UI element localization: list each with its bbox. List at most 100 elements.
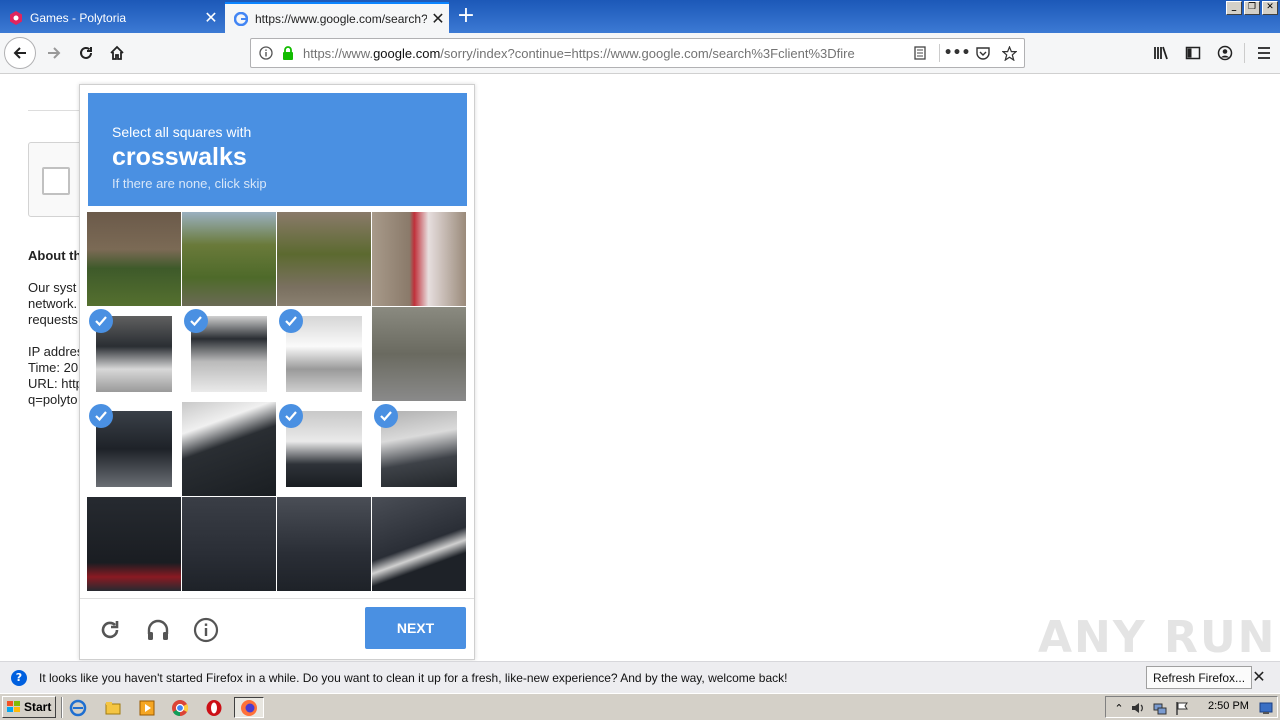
windows-logo-icon xyxy=(7,701,20,712)
tile-image xyxy=(182,402,276,496)
close-window-button[interactable]: ✕ xyxy=(1262,1,1278,15)
back-button[interactable] xyxy=(4,37,36,69)
lock-icon[interactable] xyxy=(277,42,299,64)
start-label: Start xyxy=(24,700,52,714)
checkmark-icon xyxy=(184,309,208,333)
captcha-tile[interactable] xyxy=(372,402,466,496)
toolbar-right xyxy=(1145,37,1280,69)
ie-icon[interactable] xyxy=(68,698,88,718)
restore-button[interactable]: ❐ xyxy=(1244,1,1260,15)
tile-image xyxy=(372,497,466,591)
captcha-tile[interactable] xyxy=(87,497,181,591)
close-icon[interactable]: ✕ xyxy=(1250,668,1268,686)
toolbar-divider xyxy=(1244,43,1245,63)
notification-bar: ? It looks like you haven't started Fire… xyxy=(0,661,1280,693)
tile-image xyxy=(87,212,181,306)
text-line: requests xyxy=(28,312,78,327)
info-icon[interactable] xyxy=(255,42,277,64)
start-button[interactable]: Start xyxy=(2,696,56,718)
captcha-tile[interactable] xyxy=(277,212,371,306)
captcha-tile[interactable] xyxy=(87,402,181,496)
url-domain: google.com xyxy=(373,45,441,61)
close-tab-icon[interactable]: ✕ xyxy=(427,9,449,29)
captcha-tile[interactable] xyxy=(277,402,371,496)
text-line: Our syst xyxy=(28,280,77,295)
firefox-taskbar-button[interactable] xyxy=(234,697,264,718)
minimize-button[interactable]: _ xyxy=(1226,1,1242,15)
captcha-tile[interactable] xyxy=(277,307,371,401)
captcha-tile[interactable] xyxy=(182,497,276,591)
taskbar: Start ⌃ 2:50 PM xyxy=(0,693,1280,720)
image-grid xyxy=(87,212,467,592)
reader-view-icon[interactable] xyxy=(909,42,931,64)
opera-icon[interactable] xyxy=(204,698,224,718)
captcha-tile[interactable] xyxy=(372,307,466,401)
pocket-icon[interactable] xyxy=(972,42,994,64)
show-hidden-icons-icon[interactable]: ⌃ xyxy=(1111,700,1127,716)
captcha-tile[interactable] xyxy=(182,212,276,306)
close-tab-icon[interactable]: ✕ xyxy=(200,8,222,28)
tile-image xyxy=(372,307,466,401)
page-actions-icon[interactable]: ••• xyxy=(944,42,971,64)
tile-image xyxy=(182,212,276,306)
text-line: IP addres xyxy=(28,344,84,359)
request-details: IP addres Time: 20 URL: http q=polyto xyxy=(28,344,83,408)
captcha-tile[interactable] xyxy=(182,402,276,496)
url-prefix: https://www. xyxy=(303,45,374,61)
address-bar[interactable]: https://www.google.com/sorry/index?conti… xyxy=(250,38,1025,68)
tile-image xyxy=(182,497,276,591)
tile-image xyxy=(87,497,181,591)
bookmark-star-icon[interactable] xyxy=(998,42,1020,64)
sidebar-icon[interactable] xyxy=(1177,37,1209,69)
taskbar-separator xyxy=(61,697,63,718)
captcha-tile[interactable] xyxy=(277,497,371,591)
google-icon xyxy=(233,11,249,27)
captcha-tile[interactable] xyxy=(372,212,466,306)
home-button[interactable] xyxy=(101,37,133,69)
system-tray: ⌃ 2:50 PM xyxy=(1105,696,1278,718)
checkmark-icon xyxy=(279,309,303,333)
footer-divider xyxy=(80,598,474,599)
text-line: URL: http xyxy=(28,376,83,391)
hint-text: If there are none, click skip xyxy=(112,176,267,191)
library-icon[interactable] xyxy=(1145,37,1177,69)
account-icon[interactable] xyxy=(1209,37,1241,69)
action-center-flag-icon[interactable] xyxy=(1174,700,1190,716)
network-icon[interactable] xyxy=(1152,700,1168,716)
reload-icon xyxy=(80,46,92,59)
chrome-icon[interactable] xyxy=(170,698,190,718)
captcha-tile[interactable] xyxy=(182,307,276,401)
explorer-icon[interactable] xyxy=(103,698,123,718)
url-path: /sorry/index?continue=https://www.google… xyxy=(440,45,855,61)
forward-button[interactable] xyxy=(38,37,70,69)
volume-icon[interactable] xyxy=(1130,700,1146,716)
firefox-icon xyxy=(241,699,257,716)
next-button[interactable]: NEXT xyxy=(365,607,466,649)
show-desktop-icon[interactable] xyxy=(1258,700,1274,716)
media-player-icon[interactable] xyxy=(137,698,157,718)
refresh-firefox-button[interactable]: Refresh Firefox... xyxy=(1146,666,1253,689)
tab-google[interactable]: https://www.google.com/search?c ✕ xyxy=(225,2,449,33)
help-button[interactable] xyxy=(191,615,221,645)
browser-titlebar: Games - Polytoria ✕ https://www.google.c… xyxy=(0,0,1280,33)
captcha-tile[interactable] xyxy=(87,212,181,306)
captcha-challenge: Select all squares with crosswalks If th… xyxy=(79,84,475,660)
text-line: q=polyto xyxy=(28,392,78,407)
url-text[interactable]: https://www.google.com/sorry/index?conti… xyxy=(299,46,909,61)
window-controls: _ ❐ ✕ xyxy=(1226,1,1278,15)
reload-challenge-button[interactable] xyxy=(95,615,125,645)
instruction-text: Select all squares with xyxy=(112,124,252,140)
new-tab-button[interactable]: + xyxy=(453,4,479,30)
tile-image xyxy=(277,497,371,591)
captcha-tile[interactable] xyxy=(87,307,181,401)
reload-button[interactable] xyxy=(70,37,102,69)
info-paragraph: Our syst network. requests xyxy=(28,280,78,328)
audio-challenge-button[interactable] xyxy=(143,615,173,645)
checkmark-icon xyxy=(89,404,113,428)
clock: 2:50 PM xyxy=(1208,700,1249,712)
menu-icon[interactable] xyxy=(1248,37,1280,69)
captcha-tile[interactable] xyxy=(372,497,466,591)
checkmark-icon xyxy=(89,309,113,333)
recaptcha-checkbox[interactable] xyxy=(42,167,70,195)
tab-polytoria[interactable]: Games - Polytoria ✕ xyxy=(0,2,222,33)
